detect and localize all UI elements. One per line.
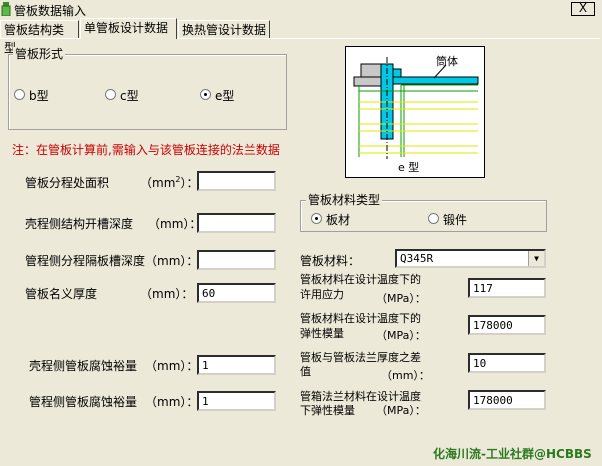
shell-groove-depth-label: 壳程侧结构开槽深度	[25, 217, 134, 231]
thickness-difference-unit: （mm）：	[381, 369, 430, 382]
elastic-modulus-label-line1: 管板材料在设计温度下的	[300, 312, 421, 325]
app-icon	[1, 2, 11, 16]
partition-area-unit: （mm2）：	[140, 175, 199, 190]
channel-flange-modulus-label-line2: 下弹性模量	[300, 404, 355, 417]
nominal-thickness-input[interactable]	[197, 283, 276, 303]
flange-note: 注：在管板计算前,需输入与该管板连接的法兰数据	[12, 143, 280, 157]
thickness-difference-input[interactable]	[468, 353, 546, 373]
radio-type-b[interactable]	[14, 89, 25, 100]
watermark: 化海川流-工业社群@HCBBS	[433, 447, 592, 461]
tubesheet-diagram: 筒体 e 型	[345, 46, 485, 178]
material-select[interactable]: Q345R ▼	[395, 249, 546, 268]
tube-corrosion-allowance-label: 管程侧管板腐蚀裕量	[29, 395, 138, 409]
partition-area-input[interactable]	[197, 171, 276, 191]
radio-forging[interactable]	[428, 213, 439, 224]
tube-corrosion-allowance-input[interactable]	[197, 391, 276, 411]
allowable-stress-unit: （MPa）：	[376, 292, 426, 305]
thickness-difference-label-line2: 值	[300, 365, 311, 378]
radio-forging-label: 锻件	[443, 213, 468, 227]
radio-type-c[interactable]	[105, 89, 116, 100]
channel-flange-modulus-unit: （MPa）：	[376, 404, 426, 417]
radio-plate-label: 板材	[326, 213, 351, 227]
shell-corrosion-allowance-label: 壳程侧管板腐蚀裕量	[29, 359, 138, 373]
material-type-legend: 管板材料类型	[306, 193, 383, 207]
shell-groove-depth-unit: （mm）：	[148, 217, 202, 231]
pass-partition-groove-input[interactable]	[197, 250, 276, 270]
material-label: 管板材料：	[300, 254, 361, 268]
diagram-caption: e 型	[398, 161, 420, 174]
elastic-modulus-unit: （MPa）：	[376, 329, 426, 342]
allowable-stress-label-line2: 许用应力	[300, 288, 344, 301]
nominal-thickness-label: 管板名义厚度	[25, 287, 98, 301]
elastic-modulus-input[interactable]	[468, 315, 546, 335]
radio-plate[interactable]	[311, 213, 322, 224]
shell-corrosion-allowance-input[interactable]	[197, 355, 276, 375]
allowable-stress-input[interactable]	[468, 278, 546, 298]
tab-tube-design[interactable]: 换热管设计数据	[178, 20, 270, 38]
window-title: 管板数据输入	[14, 4, 87, 18]
tab-single-tubesheet-design[interactable]: 单管板设计数据	[80, 18, 177, 39]
allowable-stress-label-line1: 管板材料在设计温度下的	[300, 273, 421, 286]
chevron-down-icon[interactable]: ▼	[528, 251, 544, 266]
tubesheet-form-legend: 管板形式	[13, 47, 66, 61]
tubesheet-drawing	[353, 57, 479, 159]
shell-label: 筒体	[436, 55, 458, 68]
close-button[interactable]: X	[571, 2, 595, 16]
radio-type-c-label: c型	[120, 89, 139, 103]
tab-structure-type[interactable]: 管板结构类型	[0, 20, 79, 55]
material-select-value: Q345R	[400, 252, 434, 265]
pass-partition-groove-label: 管程侧分程隔板槽深度（mm）：	[25, 254, 199, 268]
tube-corrosion-allowance-unit: （mm）：	[145, 395, 199, 409]
radio-type-b-label: b型	[29, 89, 49, 103]
thickness-difference-label-line1: 管板与管板法兰厚度之差	[300, 351, 421, 364]
shell-corrosion-allowance-unit: （mm）：	[145, 359, 199, 373]
nominal-thickness-unit: （mm）：	[140, 287, 194, 301]
shell-groove-depth-input[interactable]	[197, 213, 276, 233]
partition-area-label: 管板分程处面积	[25, 176, 110, 190]
title-bar: 管板数据输入 X	[0, 0, 602, 20]
channel-flange-modulus-input[interactable]	[468, 390, 546, 410]
radio-type-e-label: e型	[215, 89, 235, 103]
radio-type-e[interactable]	[200, 89, 211, 100]
tubesheet-form-group	[8, 54, 287, 130]
elastic-modulus-label-line2: 弹性模量	[300, 327, 344, 340]
channel-flange-modulus-label-line1: 管箱法兰材料在设计温度	[300, 390, 421, 403]
